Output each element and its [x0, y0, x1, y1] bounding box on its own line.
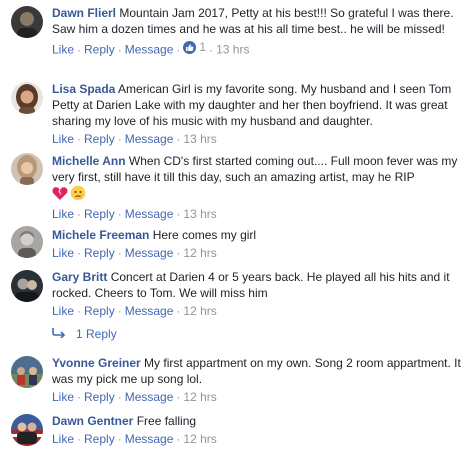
avatar[interactable]	[11, 226, 43, 258]
reply-button[interactable]: Reply	[84, 43, 115, 57]
reply-button[interactable]: Reply	[84, 132, 115, 146]
comment-text: Michele Freeman Here comes my girl	[52, 227, 464, 243]
comment-author[interactable]: Dawn Flierl	[52, 6, 116, 20]
emoji-row	[52, 185, 464, 205]
timestamp[interactable]: 12 hrs	[183, 432, 216, 446]
comment-text: Lisa Spada American Girl is my favorite …	[52, 81, 464, 129]
like-button[interactable]: Like	[52, 207, 74, 221]
like-button[interactable]: Like	[52, 390, 74, 404]
comment-text: Michelle Ann When CD's first started com…	[52, 153, 464, 185]
timestamp[interactable]: 13 hrs	[183, 207, 216, 221]
comment-author[interactable]: Michelle Ann	[52, 154, 126, 168]
comment-actions: Like · Reply · Message · 12 hrs	[52, 390, 217, 404]
reply-button[interactable]: Reply	[84, 390, 115, 404]
like-button[interactable]: Like	[52, 43, 74, 57]
like-button[interactable]: Like	[52, 132, 74, 146]
thumbs-up-icon	[183, 40, 197, 54]
replies-count[interactable]: 1 Reply	[76, 327, 117, 341]
comment-author[interactable]: Michele Freeman	[52, 228, 149, 242]
message-button[interactable]: Message	[125, 132, 174, 146]
message-button[interactable]: Message	[125, 207, 174, 221]
view-replies-link[interactable]: 1 Reply	[52, 327, 117, 341]
message-button[interactable]: Message	[125, 304, 174, 318]
comment-text: Gary Britt Concert at Darien 4 or 5 year…	[52, 269, 464, 301]
comment-actions: Like · Reply · Message · 13 hrs	[52, 207, 217, 221]
reply-button[interactable]: Reply	[84, 432, 115, 446]
comment-body: Concert at Darien 4 or 5 years back. He …	[52, 270, 450, 300]
timestamp[interactable]: 12 hrs	[183, 390, 216, 404]
timestamp[interactable]: 12 hrs	[183, 304, 216, 318]
timestamp[interactable]: 12 hrs	[183, 246, 216, 260]
comment-actions: Like · Reply · Message · 1 · 13 hrs	[52, 39, 250, 57]
comment-list: Dawn Flierl Mountain Jam 2017, Petty at …	[0, 0, 474, 452]
comment-body: Free falling	[136, 414, 197, 428]
comment-actions: Like · Reply · Message · 13 hrs	[52, 132, 217, 146]
reply-button[interactable]: Reply	[84, 246, 115, 260]
avatar[interactable]	[11, 270, 43, 302]
avatar[interactable]	[11, 356, 43, 388]
crying-face-icon	[70, 185, 86, 205]
message-button[interactable]: Message	[125, 390, 174, 404]
comment-actions: Like · Reply · Message · 12 hrs	[52, 304, 217, 318]
comment-author[interactable]: Lisa Spada	[52, 82, 115, 96]
comment-actions: Like · Reply · Message · 12 hrs	[52, 246, 217, 260]
like-button[interactable]: Like	[52, 246, 74, 260]
broken-heart-icon	[52, 186, 68, 205]
comment-author[interactable]: Dawn Gentner	[52, 414, 133, 428]
reply-button[interactable]: Reply	[84, 304, 115, 318]
reply-button[interactable]: Reply	[84, 207, 115, 221]
comment-author[interactable]: Gary Britt	[52, 270, 107, 284]
comment-body: Here comes my girl	[152, 228, 257, 242]
message-button[interactable]: Message	[125, 43, 174, 57]
like-button[interactable]: Like	[52, 432, 74, 446]
avatar[interactable]	[11, 153, 43, 185]
comment-author[interactable]: Yvonne Greiner	[52, 356, 141, 370]
timestamp[interactable]: 13 hrs	[216, 43, 249, 57]
avatar[interactable]	[11, 82, 43, 114]
comment-text: Dawn Gentner Free falling	[52, 413, 464, 429]
comment-text: Yvonne Greiner My first appartment on my…	[52, 355, 464, 387]
like-button[interactable]: Like	[52, 304, 74, 318]
comment-actions: Like · Reply · Message · 12 hrs	[52, 432, 217, 446]
avatar[interactable]	[11, 6, 43, 38]
reply-arrow-icon	[52, 327, 66, 341]
comment-text: Dawn Flierl Mountain Jam 2017, Petty at …	[52, 5, 464, 37]
reaction-count[interactable]: 1	[183, 39, 206, 55]
message-button[interactable]: Message	[125, 246, 174, 260]
timestamp[interactable]: 13 hrs	[183, 132, 216, 146]
avatar[interactable]	[11, 414, 43, 446]
message-button[interactable]: Message	[125, 432, 174, 446]
